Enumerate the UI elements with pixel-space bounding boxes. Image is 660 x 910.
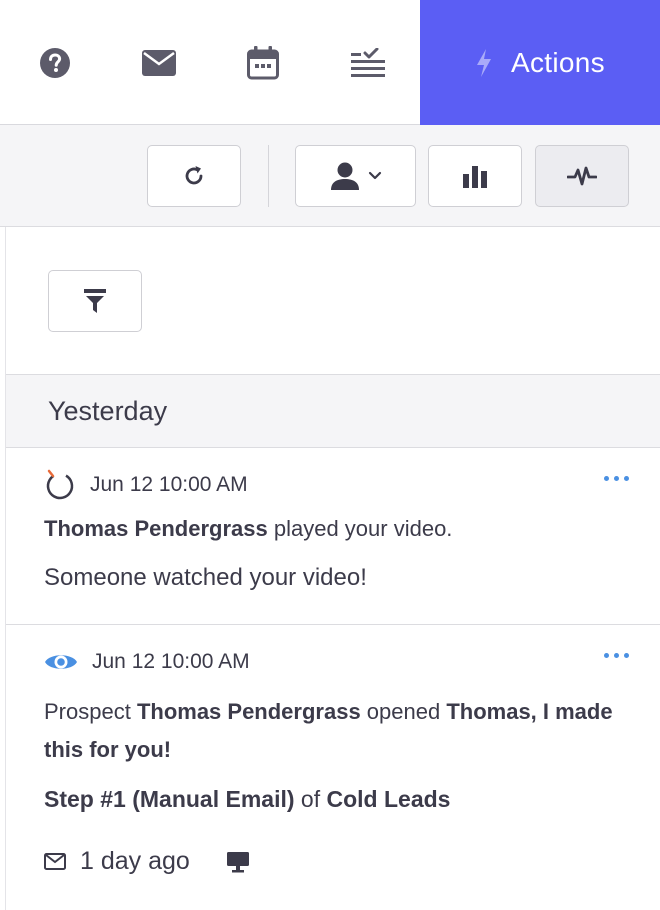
filter-button[interactable]	[48, 270, 142, 332]
more-options-button[interactable]	[604, 653, 629, 658]
time-ago: 1 day ago	[80, 847, 190, 875]
activity-prefix-text: Prospect	[44, 699, 137, 724]
step-of-text: of	[294, 786, 327, 812]
activity-description: Thomas Pendergrass played your video.	[44, 510, 452, 548]
activity-meta: Jun 12 10:00 AM	[44, 645, 250, 679]
person-icon	[330, 162, 359, 190]
video-play-icon	[46, 469, 74, 500]
tab-actions-label: Actions	[511, 46, 605, 78]
chevron-down-icon	[368, 171, 381, 180]
activity-pulse-icon	[567, 166, 597, 186]
activity-description: Prospect Thomas Pendergrass opened Thoma…	[44, 693, 644, 769]
activity-view-button[interactable]	[535, 145, 629, 207]
user-filter-dropdown[interactable]	[295, 145, 416, 207]
campaign-link[interactable]: Cold Leads	[326, 786, 450, 812]
activity-time: Jun 12 10:00 AM	[90, 473, 248, 496]
sequence-step: Step #1 (Manual Email) of Cold Leads	[44, 780, 450, 818]
checklist-icon	[351, 47, 385, 77]
activity-time: Jun 12 10:00 AM	[92, 650, 250, 673]
activity-footer: 1 day ago	[44, 847, 250, 876]
refresh-button[interactable]	[147, 145, 241, 207]
bolt-icon	[477, 48, 492, 77]
tab-mail[interactable]	[128, 0, 190, 125]
step-link[interactable]: Step #1 (Manual Email)	[44, 786, 295, 812]
activity-action-text: opened	[360, 699, 447, 724]
funnel-icon	[84, 289, 106, 313]
tab-tasks[interactable]	[337, 0, 399, 125]
activity-feed: Yesterday Jun 12 10:00 AM Thomas Penderg…	[5, 227, 660, 910]
calendar-icon	[247, 45, 279, 79]
bar-chart-icon	[463, 166, 487, 188]
eye-icon	[45, 655, 77, 669]
activity-item: Jun 12 10:00 AM Thomas Pendergrass playe…	[6, 448, 660, 625]
more-options-button[interactable]	[604, 476, 629, 481]
prospect-name-link[interactable]: Thomas Pendergrass	[137, 699, 361, 724]
tab-help[interactable]	[24, 0, 86, 125]
toolbar-divider	[268, 145, 269, 207]
activity-action-text: played your video.	[267, 516, 453, 541]
prospect-name-link[interactable]: Thomas Pendergrass	[44, 516, 268, 541]
activity-message: Someone watched your video!	[44, 564, 367, 591]
envelope-outline-icon	[44, 853, 66, 870]
envelope-icon	[142, 49, 176, 76]
activity-meta: Jun 12 10:00 AM	[44, 468, 248, 502]
desktop-icon	[226, 851, 249, 872]
toolbar	[0, 125, 660, 227]
chart-view-button[interactable]	[428, 145, 522, 207]
refresh-icon	[185, 166, 203, 185]
tab-calendar[interactable]	[232, 0, 294, 125]
help-icon	[40, 47, 70, 78]
section-header-yesterday: Yesterday	[6, 374, 660, 448]
tab-actions[interactable]: Actions	[420, 0, 660, 125]
top-tab-bar: Actions	[0, 0, 660, 125]
activity-item: Jun 12 10:00 AM Prospect Thomas Pendergr…	[6, 625, 660, 910]
